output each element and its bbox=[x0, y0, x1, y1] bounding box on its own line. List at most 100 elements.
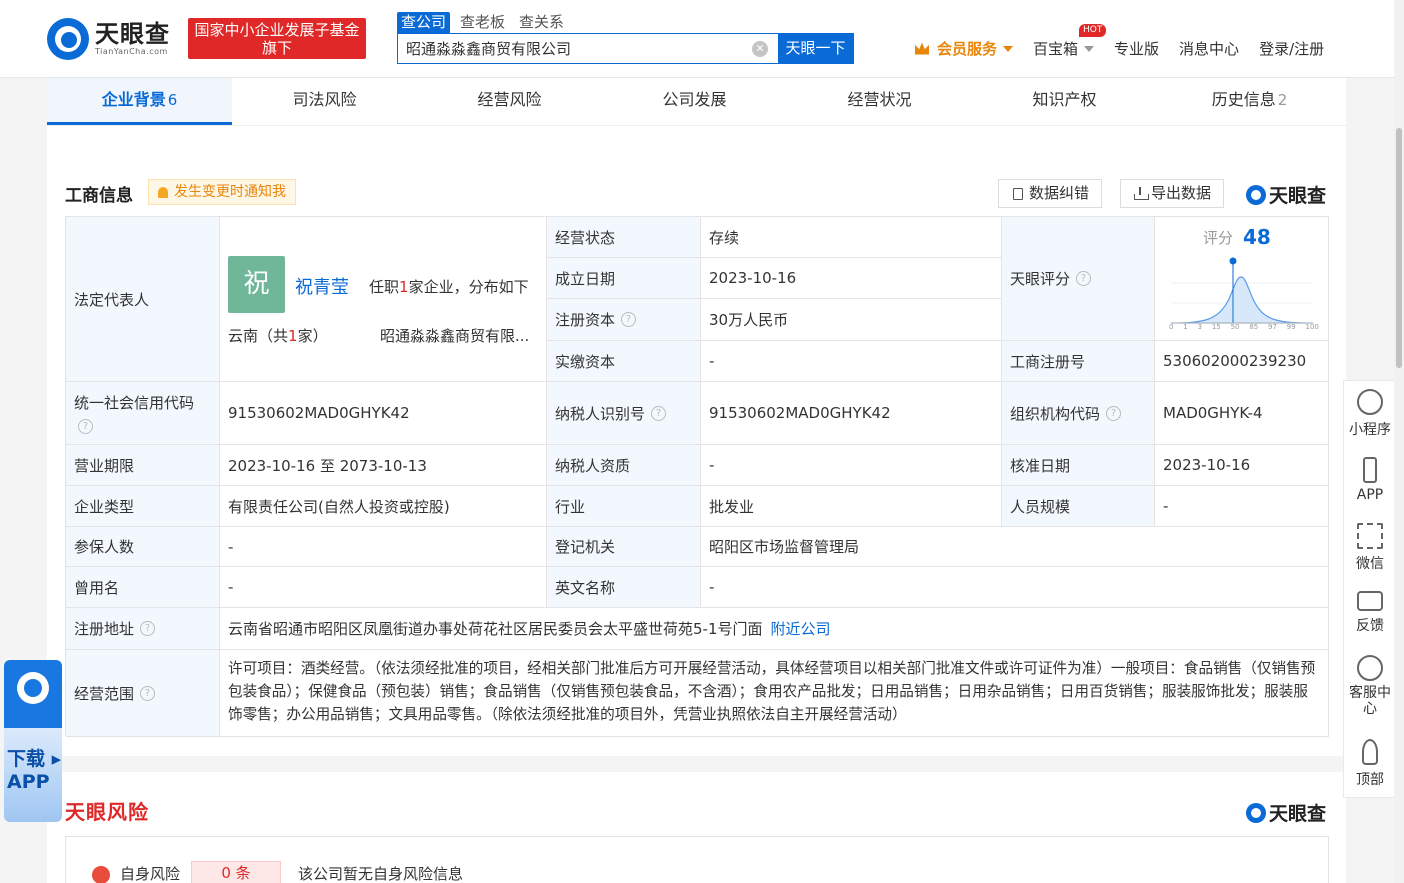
score-cell[interactable]: 评分 48 0 1 3 15 50 85 97 99 100 bbox=[1155, 217, 1329, 341]
notify-button[interactable]: 发生变更时通知我 bbox=[148, 179, 296, 205]
notify-label: 发生变更时通知我 bbox=[174, 184, 286, 200]
search-tab-relation[interactable]: 查关系 bbox=[515, 12, 568, 33]
tab-count: 2 bbox=[1277, 91, 1288, 109]
text: 云南（共 bbox=[228, 327, 289, 345]
legal-rep-desc: 任职1家企业，分布如下 bbox=[369, 276, 529, 297]
staff-label: 人员规模 bbox=[1002, 486, 1155, 527]
risk-icon bbox=[92, 866, 110, 883]
business-info-card: 工商信息 发生变更时通知我 数据纠错 导出数据 天眼查 法定代表人 祝 祝青莹 … bbox=[47, 126, 1346, 756]
help-icon[interactable]: ? bbox=[140, 621, 156, 636]
tab-development[interactable]: 公司发展 bbox=[602, 78, 787, 125]
vip-service-menu[interactable]: 会员服务 bbox=[915, 38, 1014, 59]
tab-history[interactable]: 历史信息 2 bbox=[1157, 78, 1342, 125]
found-value: 2023-10-16 bbox=[701, 258, 1002, 299]
section-tabs: 企业背景 6 司法风险 经营风险 公司发展 经营状况 知识产权 历史信息 2 bbox=[47, 78, 1346, 126]
avatar[interactable]: 祝 bbox=[228, 256, 285, 313]
tick: 100 bbox=[1305, 323, 1319, 331]
taxid-label: 纳税人识别号? bbox=[547, 382, 701, 445]
score-ticks: 0 1 3 15 50 85 97 99 100 bbox=[1169, 323, 1319, 331]
text: 经营范围 bbox=[74, 684, 135, 703]
legal-rep-name[interactable]: 祝青莹 bbox=[295, 273, 349, 299]
text: 家企业，分布如下 bbox=[408, 278, 529, 296]
region-company[interactable]: 昭通淼淼鑫商贸有限... bbox=[380, 325, 529, 346]
search-tab-boss[interactable]: 查老板 bbox=[456, 12, 509, 33]
approve-value: 2023-10-16 bbox=[1155, 445, 1329, 486]
authority-value: 昭阳区市场监督管理局 bbox=[701, 527, 1329, 567]
score-marker bbox=[1229, 257, 1237, 265]
legal-rep-label: 法定代表人 bbox=[66, 217, 220, 382]
text: 注册资本 bbox=[555, 311, 616, 329]
scrollbar-thumb[interactable] bbox=[1396, 128, 1402, 368]
app-button[interactable]: APP bbox=[1344, 457, 1396, 503]
paid-label: 实缴资本 bbox=[547, 341, 701, 382]
logo-cn: 天眼查 bbox=[95, 20, 170, 48]
export-label: 导出数据 bbox=[1151, 184, 1212, 202]
side-toolbar: 小程序 APP 微信 反馈 客服中心 顶部 bbox=[1343, 380, 1395, 798]
correct-data-button[interactable]: 数据纠错 bbox=[998, 179, 1103, 208]
qrcode-icon bbox=[1357, 523, 1383, 549]
correct-label: 数据纠错 bbox=[1029, 184, 1090, 202]
tab-background[interactable]: 企业背景 6 bbox=[47, 78, 232, 125]
self-risk-desc: 该公司暂无自身风险信息 bbox=[298, 865, 464, 883]
wechat-button[interactable]: 微信 bbox=[1344, 523, 1396, 573]
feedback-button[interactable]: 反馈 bbox=[1344, 591, 1396, 635]
help-icon[interactable]: ? bbox=[140, 685, 156, 701]
mini-program-button[interactable]: 小程序 bbox=[1344, 389, 1396, 439]
help-icon[interactable]: ? bbox=[621, 312, 637, 327]
scrollbar[interactable] bbox=[1394, 0, 1404, 883]
text: 任职 bbox=[369, 278, 400, 296]
paid-value: - bbox=[701, 341, 1002, 382]
side-label: APP bbox=[1356, 487, 1384, 503]
text: APP bbox=[7, 771, 50, 793]
help-icon[interactable]: ? bbox=[1106, 405, 1122, 421]
chat-icon bbox=[1357, 591, 1383, 611]
service-center-button[interactable]: 客服中心 bbox=[1344, 655, 1396, 717]
tab-ip[interactable]: 知识产权 bbox=[972, 78, 1157, 125]
regno-value: 530602000239230 bbox=[1155, 341, 1329, 382]
headset-icon bbox=[1357, 655, 1383, 681]
former-label: 曾用名 bbox=[66, 567, 220, 608]
tab-operation-risk[interactable]: 经营风险 bbox=[417, 78, 602, 125]
help-icon[interactable]: ? bbox=[651, 405, 667, 421]
search-button[interactable]: 天眼一下 bbox=[778, 34, 853, 63]
help-icon[interactable]: ? bbox=[1076, 271, 1092, 286]
tianyancha-logo[interactable]: 天眼查 TianYanCha.com bbox=[47, 16, 179, 62]
message-center-link[interactable]: 消息中心 bbox=[1179, 38, 1239, 59]
help-icon[interactable]: ? bbox=[78, 419, 93, 434]
nearby-companies-link[interactable]: 附近公司 bbox=[771, 618, 831, 639]
text: 1 bbox=[399, 278, 409, 296]
term-value: 2023-10-16 至 2073-10-13 bbox=[220, 445, 547, 486]
text: 注册地址 bbox=[74, 620, 135, 638]
back-to-top-button[interactable]: 顶部 bbox=[1344, 739, 1396, 789]
business-info-table: 法定代表人 祝 祝青莹 任职1家企业，分布如下 云南（共1家） 昭通淼淼鑫商贸有… bbox=[65, 216, 1329, 737]
login-link[interactable]: 登录/注册 bbox=[1259, 38, 1324, 59]
export-data-button[interactable]: 导出数据 bbox=[1120, 179, 1225, 208]
side-label: 微信 bbox=[1356, 556, 1384, 572]
tab-label: 企业背景 bbox=[101, 90, 166, 109]
baibao-menu[interactable]: 百宝箱 HOT bbox=[1033, 24, 1107, 59]
tick: 1 bbox=[1183, 323, 1188, 331]
tab-judicial-risk[interactable]: 司法风险 bbox=[232, 78, 417, 125]
search-input[interactable] bbox=[398, 34, 752, 63]
rocket-icon bbox=[1362, 739, 1378, 765]
text: 云南省昭通市昭阳区凤凰街道办事处荷花社区居民委员会太平盛世荷苑5-1号门面 bbox=[228, 620, 763, 638]
app-logo-icon bbox=[4, 660, 62, 728]
download-app-widget[interactable]: 下载 ▸ APP bbox=[4, 660, 62, 822]
credit-value: 91530602MAD0GHYK42 bbox=[220, 382, 547, 445]
insured-value: - bbox=[220, 527, 547, 567]
brand-text: 天眼查 bbox=[1269, 185, 1327, 207]
pro-link[interactable]: 专业版 bbox=[1114, 38, 1159, 59]
download-icon bbox=[1134, 187, 1149, 200]
search-tabs: 查公司 查老板 查关系 bbox=[397, 12, 568, 33]
side-label: 顶部 bbox=[1356, 772, 1384, 788]
search-box: ✕ 天眼一下 bbox=[397, 33, 854, 64]
taxq-value: - bbox=[701, 445, 1002, 486]
promo-banner[interactable]: 国家中小企业发展子基金旗下 bbox=[188, 18, 366, 59]
tab-operation-status[interactable]: 经营状况 bbox=[787, 78, 972, 125]
self-risk-count[interactable]: 0 条 bbox=[191, 861, 281, 883]
search-tab-company[interactable]: 查公司 bbox=[397, 12, 451, 33]
text: 统一社会信用代码 bbox=[74, 394, 195, 412]
hot-badge: HOT bbox=[1079, 24, 1107, 37]
clear-icon[interactable]: ✕ bbox=[752, 41, 768, 57]
text: 家） bbox=[297, 327, 328, 345]
